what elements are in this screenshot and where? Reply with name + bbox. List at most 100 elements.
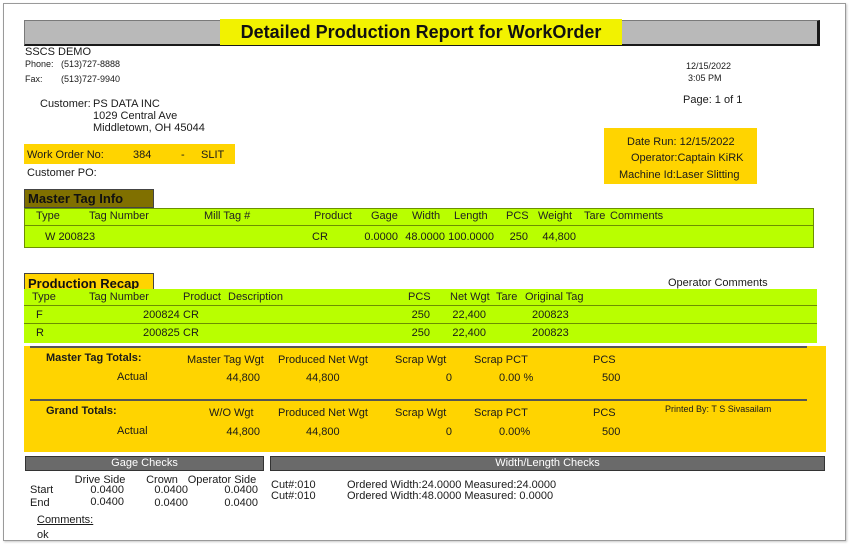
work-order-type: SLIT <box>201 149 225 161</box>
master-totals-v5: 500 <box>602 372 621 384</box>
mt-header-width: Width <box>412 210 441 222</box>
gage-start-crown: 0.0400 <box>154 484 188 496</box>
recap-row-1-type: F <box>36 309 43 321</box>
grand-totals-v4: 0.00% <box>499 426 531 438</box>
mt-row-length: 100.0000 <box>448 231 494 243</box>
report-date: 12/15/2022 <box>686 61 732 71</box>
width-length-header: Width/Length Checks <box>270 456 825 471</box>
mt-row-type-tag: W 200823 <box>45 231 96 243</box>
grand-totals-col3: Scrap Wgt <box>395 407 447 419</box>
mt-row-weight: 44,800 <box>542 231 576 243</box>
gage-start-label: Start <box>30 484 54 496</box>
gage-start-operator: 0.0400 <box>224 484 258 496</box>
customer-label: Customer: <box>40 98 91 110</box>
operator-name: Operator:Captain KiRK <box>631 152 744 164</box>
grand-totals-col4: Scrap PCT <box>474 407 528 419</box>
mt-header-tag-number: Tag Number <box>89 210 149 222</box>
mt-header-pcs: PCS <box>506 210 529 222</box>
fax-label: Fax: <box>25 74 43 84</box>
totals-top-rule <box>30 346 807 348</box>
phone-label: Phone: <box>25 59 54 69</box>
page-number: Page: 1 of 1 <box>683 94 743 106</box>
wl-row-2-cut: Cut#:010 <box>271 490 316 502</box>
gage-start-drive: 0.0400 <box>90 484 124 496</box>
recap-header-tag-number: Tag Number <box>89 291 149 303</box>
grand-totals-label: Grand Totals: <box>46 405 117 417</box>
recap-row-1-tag: 200824 <box>143 309 180 321</box>
grand-totals-row-label: Actual <box>117 425 148 437</box>
gage-checks-header: Gage Checks <box>25 456 264 471</box>
master-totals-col4: Scrap PCT <box>474 354 528 366</box>
mt-header-tare: Tare <box>584 210 606 222</box>
work-order-label: Work Order No: <box>27 149 104 161</box>
comments-label: Comments: <box>37 514 94 526</box>
grand-totals-col1: W/O Wgt <box>209 407 254 419</box>
report-time: 3:05 PM <box>688 73 722 83</box>
report-title: Detailed Production Report for WorkOrder <box>240 22 602 42</box>
machine-id: Machine Id:Laser Slitting <box>619 169 740 181</box>
grand-totals-v5: 500 <box>602 426 621 438</box>
operator-comments-label: Operator Comments <box>668 277 768 289</box>
master-tag-title: Master Tag Info <box>28 191 124 206</box>
customer-po-label: Customer PO: <box>27 167 97 179</box>
mt-header-type: Type <box>36 210 60 222</box>
mt-header-mill-tag: Mill Tag # <box>204 210 251 222</box>
phone-value: (513)727-8888 <box>61 59 121 69</box>
grand-totals-col5: PCS <box>593 407 616 419</box>
recap-header-description: Description <box>228 291 284 303</box>
mt-row-width: 48.0000 <box>405 231 445 243</box>
mt-header-gage: Gage <box>371 210 398 222</box>
customer-address2: Middletown, OH 45044 <box>93 122 205 134</box>
recap-header-tare: Tare <box>496 291 518 303</box>
recap-row-1-product: CR <box>183 309 199 321</box>
totals-mid-rule <box>30 399 807 401</box>
recap-row-1-pcs: 250 <box>411 309 430 321</box>
recap-row-2-product: CR <box>183 327 199 339</box>
recap-header-net-wgt: Net Wgt <box>450 291 490 303</box>
customer-address1: 1029 Central Ave <box>93 110 178 122</box>
master-totals-col2: Produced Net Wgt <box>278 354 368 366</box>
recap-header-original-tag: Original Tag <box>525 291 584 303</box>
mt-header-comments: Comments <box>610 210 664 222</box>
recap-divider-2 <box>24 323 817 324</box>
gage-end-drive: 0.0400 <box>90 496 124 508</box>
master-totals-col3: Scrap Wgt <box>395 354 447 366</box>
company-name: SSCS DEMO <box>25 46 92 58</box>
master-totals-v3: 0 <box>445 372 452 384</box>
mt-header-product: Product <box>314 210 352 222</box>
mt-row-gage: 0.0000 <box>364 231 398 243</box>
fax-value: (513)727-9940 <box>61 74 121 84</box>
grand-totals-v2: 44,800 <box>306 426 340 438</box>
master-totals-col5: PCS <box>593 354 616 366</box>
recap-row-2-pcs: 250 <box>411 327 430 339</box>
work-order-number: 384 <box>133 149 152 161</box>
mt-header-length: Length <box>454 210 488 222</box>
master-tag-divider <box>24 225 814 226</box>
master-totals-v4: 0.00 % <box>499 372 534 384</box>
recap-divider-1 <box>24 305 817 306</box>
grand-totals-v1: 44,800 <box>226 426 260 438</box>
gage-end-operator: 0.0400 <box>224 497 258 509</box>
master-totals-row-label: Actual <box>117 371 148 383</box>
master-totals-v2: 44,800 <box>306 372 340 384</box>
date-run: Date Run: 12/15/2022 <box>627 136 735 148</box>
printed-by: Printed By: T S Sivasailam <box>665 404 772 414</box>
recap-row-2-orig: 200823 <box>532 327 569 339</box>
wl-row-2-text: Ordered Width:48.0000 Measured: 0.0000 <box>347 490 554 502</box>
master-totals-col1: Master Tag Wgt <box>187 354 264 366</box>
mt-row-product: CR <box>312 231 328 243</box>
mt-row-pcs: 250 <box>509 231 528 243</box>
grand-totals-col2: Produced Net Wgt <box>278 407 368 419</box>
recap-row-2-tag: 200825 <box>143 327 180 339</box>
recap-row-2-type: R <box>36 327 44 339</box>
customer-name: PS DATA INC <box>93 98 160 110</box>
master-totals-label: Master Tag Totals: <box>46 352 142 364</box>
master-totals-v1: 44,800 <box>226 372 260 384</box>
mt-header-weight: Weight <box>538 210 573 222</box>
recap-row-1-net: 22,400 <box>452 309 486 321</box>
recap-row-1-orig: 200823 <box>532 309 569 321</box>
grand-totals-v3: 0 <box>445 426 452 438</box>
gage-end-label: End <box>30 497 50 509</box>
recap-header-type: Type <box>32 291 56 303</box>
recap-row-2-net: 22,400 <box>452 327 486 339</box>
